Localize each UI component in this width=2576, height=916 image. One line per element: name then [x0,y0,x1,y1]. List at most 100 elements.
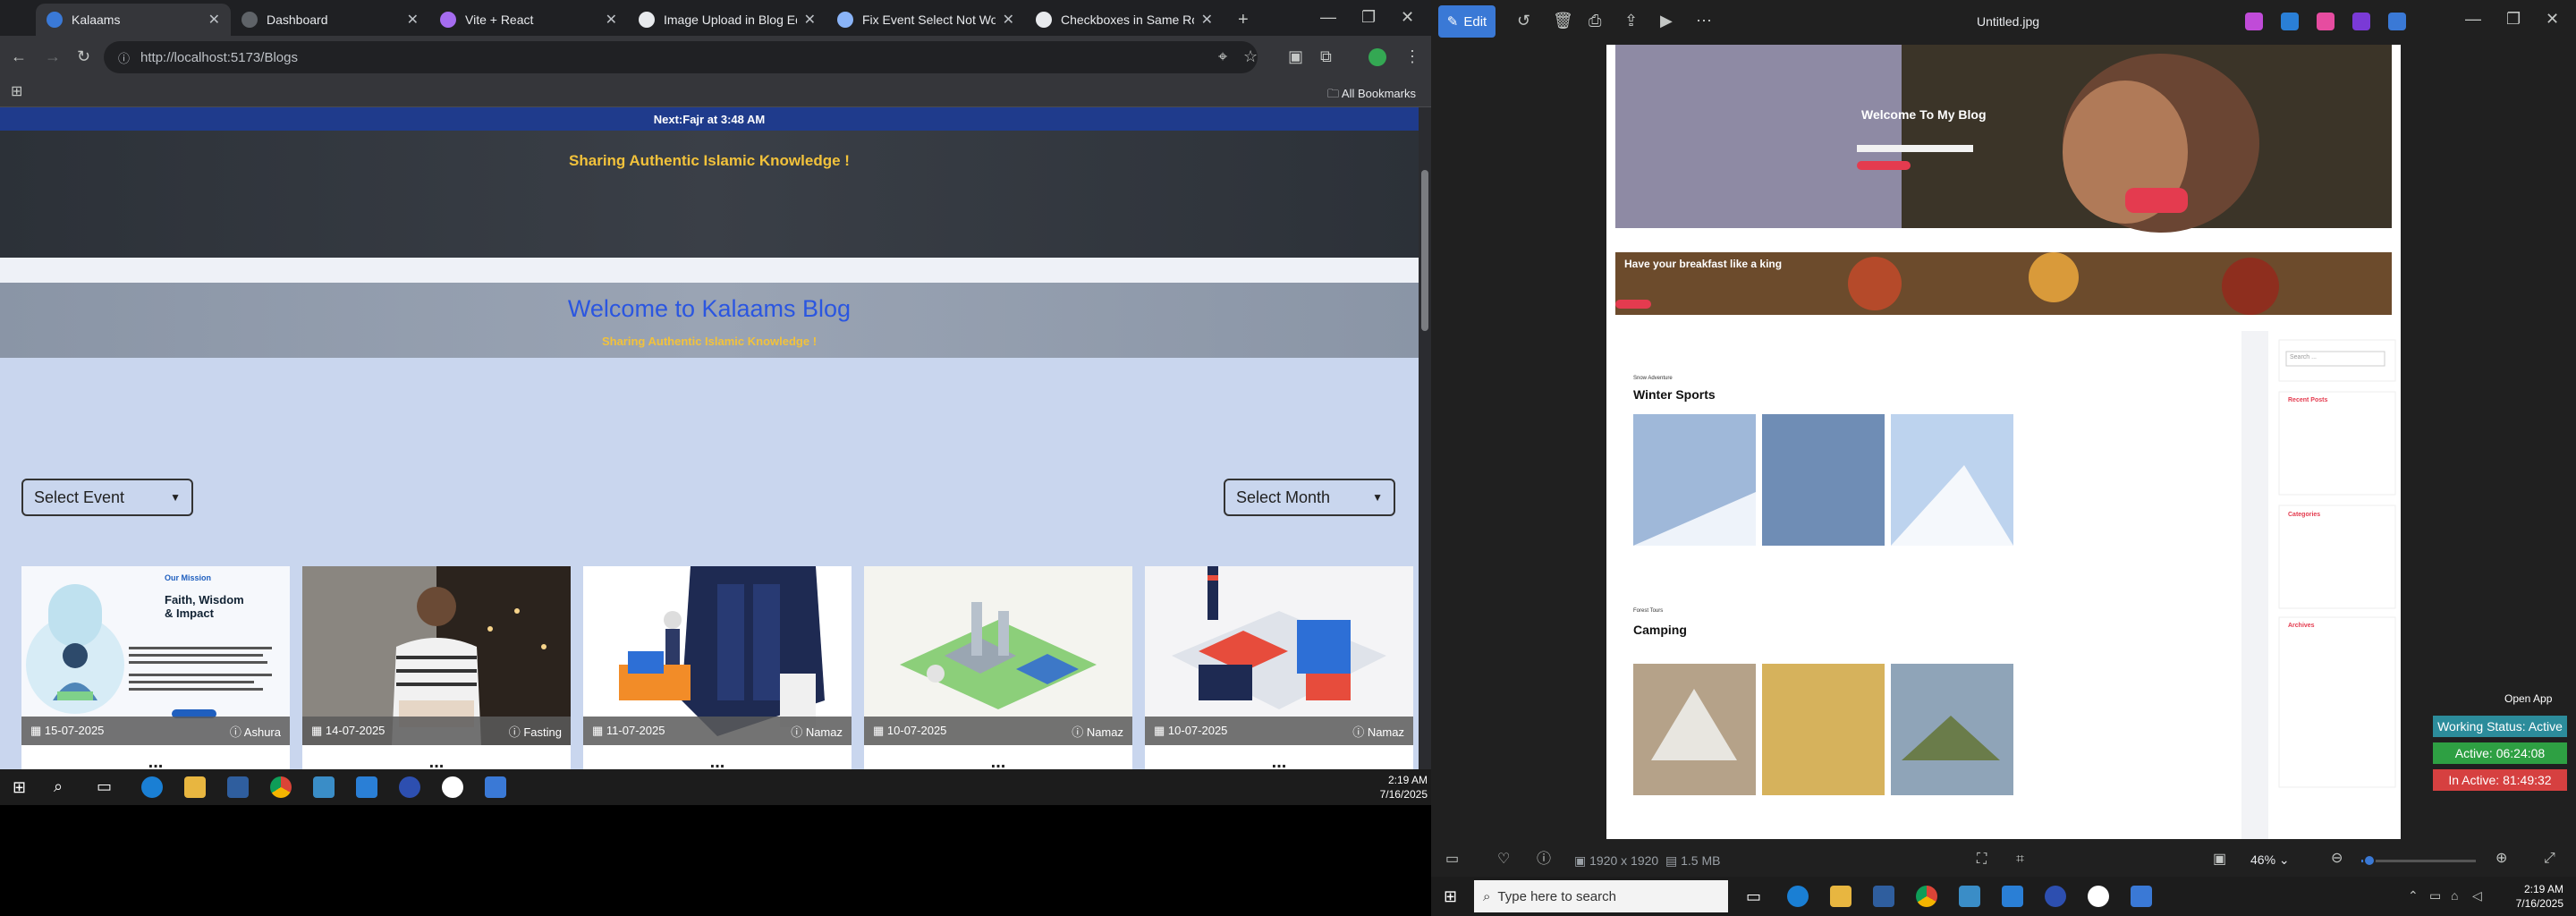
edge-icon[interactable] [1787,886,1809,907]
battery-icon[interactable]: ▭ [2429,889,2441,902]
clock[interactable]: 2:19 AM 7/16/2025 [2501,882,2563,911]
close-icon[interactable]: ✕ [1201,11,1213,29]
rotate-icon[interactable]: ↺ [1517,13,1530,29]
page-scrollbar[interactable] [1419,107,1431,769]
more-icon[interactable]: ⋯ [1696,13,1712,29]
share-icon[interactable]: ⇪ [1624,13,1638,29]
chevron-up-icon[interactable]: ⌃ [2408,889,2419,902]
zoom-out-icon[interactable]: ⊖ [2331,852,2343,866]
file-explorer-icon[interactable] [1830,886,1852,907]
slideshow-icon[interactable]: ▶ [1660,13,1673,29]
scrollbar-thumb[interactable] [1421,170,1428,331]
close-window-icon[interactable]: ✕ [1401,9,1414,25]
zoom-icon[interactable] [399,776,420,798]
clock[interactable]: 2:19 AM 7/16/2025 [1360,773,1428,802]
taskbar-search-box[interactable]: ⌕ Type here to search [1474,880,1728,912]
print-icon[interactable]: ⎙ [1589,13,1601,29]
minimize-icon[interactable]: — [1320,9,1336,25]
store-icon[interactable] [227,776,249,798]
blog-card[interactable]: ▦ 11-07-2025 ⓘ Namaz ... [583,566,852,769]
blog-card[interactable]: ▦ 10-07-2025 ⓘ Namaz ... [864,566,1132,769]
select-month-dropdown[interactable]: Select Month ▼ [1224,479,1395,516]
back-icon[interactable]: ← [11,48,27,64]
close-icon[interactable]: ✕ [208,11,220,29]
photos-icon[interactable] [2131,886,2152,907]
location-icon[interactable]: ⌖ [1218,48,1227,64]
tab-kalaams[interactable]: Kalaams ✕ [36,4,231,36]
new-tab-icon[interactable]: + [1238,11,1249,29]
extensions-puzzle-icon[interactable]: ⧉ [1320,48,1332,64]
photos-icon[interactable] [485,776,506,798]
app-icon[interactable] [2317,13,2334,30]
minimize-icon[interactable]: — [2465,11,2481,27]
zoom-icon[interactable] [2045,886,2066,907]
vscode-icon[interactable] [2002,886,2023,907]
image-preview[interactable]: Welcome To My Blog Have your breakfast l… [1606,45,2401,839]
zoom-level[interactable]: 46% ⌄ [2250,852,2290,868]
reload-icon[interactable]: ↻ [77,48,90,64]
info-icon[interactable]: ⓘ [1537,852,1551,867]
apps-grid-icon[interactable]: ⊞ [11,85,22,99]
maximize-icon[interactable]: ❐ [1361,9,1376,25]
crop-icon[interactable]: ⌗ [2016,852,2024,867]
close-icon[interactable]: ✕ [407,11,419,29]
fit-view-icon[interactable]: ⛶ [1977,852,1987,867]
app-icon[interactable] [2352,13,2370,30]
edge-icon[interactable] [141,776,163,798]
zoom-slider[interactable] [2361,854,2476,867]
app-icon[interactable] [2088,886,2109,907]
volume-icon[interactable]: ◁ [2472,889,2482,902]
blog-card[interactable]: ▦ 14-07-2025 ⓘ Fasting ... [302,566,571,769]
web-page: Next: Fajr at 3:48 AM Sharing Authentic … [0,107,1419,769]
task-view-icon[interactable]: ▭ [1746,888,1761,904]
menu-kebab-icon[interactable]: ⋮ [1404,48,1420,64]
search-icon[interactable]: ⌕ [54,778,63,794]
close-icon[interactable]: ✕ [804,11,816,29]
open-app-link[interactable]: Open App [2504,692,2552,705]
photos-toolbar: ✎ Edit ↺ 🗑 ⎙ ⇪ ▶ ⋯ Untitled.jpg — ❐ ✕ [1431,0,2576,43]
filmstrip-icon[interactable]: ▭ [1445,852,1459,867]
zoom-slider-thumb[interactable] [2362,854,2376,867]
profile-avatar[interactable] [1368,48,1386,66]
bookmarks-bar: ⊞ 🗀 All Bookmarks [0,79,1431,107]
fullscreen-icon[interactable]: ⤢ [2544,852,2555,866]
task-view-icon[interactable]: ▭ [97,778,112,794]
store-icon[interactable] [1873,886,1894,907]
tab-vite[interactable]: Vite + React ✕ [429,4,628,36]
select-event-dropdown[interactable]: Select Event ▼ [21,479,193,516]
tab-checkboxes[interactable]: Checkboxes in Same Row ✕ [1025,4,1224,36]
chrome-icon[interactable] [270,776,292,798]
edit-button[interactable]: ✎ Edit [1438,5,1496,38]
windows-start-icon[interactable]: ⊞ [1444,888,1457,904]
app-icon[interactable] [1959,886,1980,907]
close-window-icon[interactable]: ✕ [2546,11,2559,27]
forward-icon[interactable]: → [45,48,61,64]
network-icon[interactable]: ⌂ [2451,889,2458,902]
close-icon[interactable]: ✕ [1003,11,1014,29]
tab-dashboard[interactable]: Dashboard ✕ [231,4,429,36]
extension-icon[interactable]: ▣ [1288,48,1303,64]
close-icon[interactable]: ✕ [606,11,617,29]
app-icon[interactable] [2281,13,2299,30]
app-icon[interactable] [313,776,335,798]
app-icon[interactable] [2388,13,2406,30]
blog-card[interactable]: ▦ 10-07-2025 ⓘ Namaz ... [1145,566,1413,769]
file-explorer-icon[interactable] [184,776,206,798]
chrome-icon[interactable] [1916,886,1937,907]
windows-start-icon[interactable]: ⊞ [13,779,26,795]
all-bookmarks[interactable]: 🗀 All Bookmarks [1327,86,1416,106]
maximize-icon[interactable]: ❐ [2506,11,2521,27]
zoom-in-icon[interactable]: ⊕ [2496,852,2507,866]
delete-icon[interactable]: 🗑 [1553,13,1573,29]
address-bar[interactable]: ⓘ http://localhost:5173/Blogs [104,41,1258,73]
app-icon[interactable] [442,776,463,798]
blog-card[interactable]: Our Mission Faith, Wisdom & Impact ▦ 15-… [21,566,290,769]
bookmark-star-icon[interactable]: ☆ [1243,48,1258,64]
app-icon[interactable] [2245,13,2263,30]
site-info-icon[interactable]: ⓘ [118,49,130,66]
actual-size-icon[interactable]: ▣ [2213,852,2226,867]
tab-image-upload[interactable]: Image Upload in Blog Editor✕ [628,4,826,36]
vscode-icon[interactable] [356,776,377,798]
tab-fix-event[interactable]: Fix Event Select Not Working✕ [826,4,1025,36]
favorite-heart-icon[interactable]: ♡ [1497,852,1510,867]
